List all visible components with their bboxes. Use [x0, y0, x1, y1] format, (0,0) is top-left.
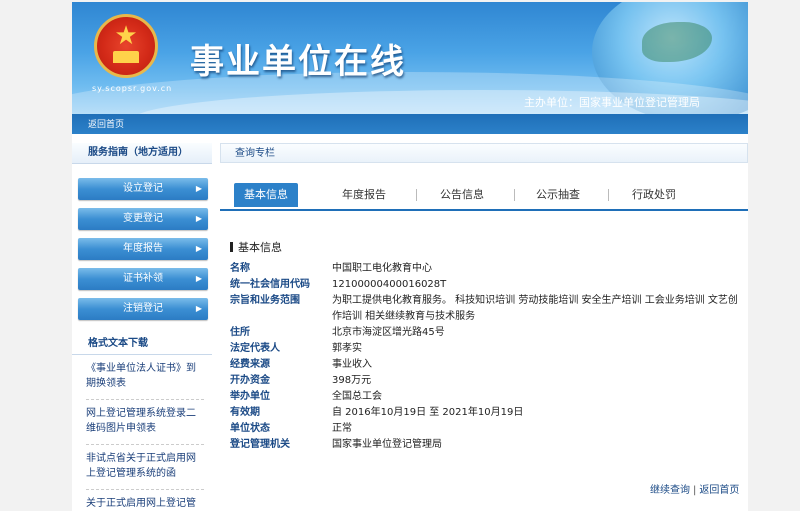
back-home-link[interactable]: 返回首页	[699, 485, 739, 496]
service-button-annual-report[interactable]: 年度报告 ▶	[78, 238, 208, 260]
home-link[interactable]: 返回首页	[88, 117, 124, 130]
service-button-change[interactable]: 变更登记 ▶	[78, 208, 208, 230]
site-url: sy.scopsr.gov.cn	[92, 84, 173, 93]
sponsor-text: 主办单位：国家事业单位登记管理局	[524, 96, 700, 109]
document-link[interactable]: 关于正式启用网上登记管	[86, 496, 204, 511]
tab-annual-report[interactable]: 年度报告	[332, 183, 396, 207]
info-row: 住所 北京市海淀区增光路45号	[230, 327, 445, 338]
info-row: 开办资金 398万元	[230, 375, 372, 386]
info-table: 名称 中国职工电化教育中心 统一社会信用代码 12100000400016028T …	[230, 261, 748, 453]
page-container: ★ sy.scopsr.gov.cn 事业单位在线 主办单位：国家事业单位登记管…	[72, 2, 748, 511]
main-content: 查询专栏 基本信息 年度报告 公告信息 公示抽查 行政处罚 基本信息 名称 中国职…	[220, 143, 748, 453]
tab-penalty[interactable]: 行政处罚	[622, 183, 686, 207]
info-row: 登记管理机关 国家事业单位登记管理局	[230, 439, 442, 450]
header-banner: ★ sy.scopsr.gov.cn 事业单位在线 主办单位：国家事业单位登记管…	[72, 2, 748, 114]
arrow-right-icon: ▶	[195, 244, 202, 253]
sidebar: 服务指南（地方适用） 设立登记 ▶ 变更登记 ▶ 年度报告 ▶ 证书补领 ▶ 注销登记 ▶…	[72, 143, 212, 511]
arrow-right-icon: ▶	[195, 214, 202, 223]
tab-announcement[interactable]: 公告信息	[430, 183, 494, 207]
national-emblem-icon: ★	[94, 14, 158, 78]
info-row: 举办单位 全国总工会	[230, 391, 382, 402]
info-row: 名称 中国职工电化教育中心	[230, 263, 432, 274]
basic-info-section: 基本信息 名称 中国职工电化教育中心 统一社会信用代码 12100000400016…	[220, 239, 748, 453]
format-download-title: 格式文本下载	[72, 334, 212, 355]
service-button-register[interactable]: 设立登记 ▶	[78, 178, 208, 200]
document-list: 《事业单位法人证书》到期换领表 网上登记管理系统登录二维码图片申领表 非试点省关…	[72, 355, 212, 511]
footer-links: 继续查询 | 返回首页	[650, 485, 740, 496]
basic-info-heading: 基本信息	[230, 239, 748, 255]
document-link[interactable]: 网上登记管理系统登录二维码图片申领表	[86, 406, 204, 445]
tab-inspection[interactable]: 公示抽查	[526, 183, 590, 207]
info-row: 有效期自 2016年10月19日 至 2021年10月19日	[230, 407, 524, 418]
query-section-title: 查询专栏	[220, 143, 748, 163]
tab-basic-info[interactable]: 基本信息	[234, 183, 298, 207]
service-list: 设立登记 ▶ 变更登记 ▶ 年度报告 ▶ 证书补领 ▶ 注销登记 ▶	[72, 178, 212, 320]
document-link[interactable]: 《事业单位法人证书》到期换领表	[86, 361, 204, 400]
tab-bar: 基本信息 年度报告 公告信息 公示抽查 行政处罚	[220, 177, 748, 211]
document-link[interactable]: 非试点省关于正式启用网上登记管理系统的函	[86, 451, 204, 490]
site-title: 事业单位在线	[190, 42, 406, 82]
info-row: 单位状态 正常	[230, 423, 352, 434]
arrow-right-icon: ▶	[195, 184, 202, 193]
service-button-certificate[interactable]: 证书补领 ▶	[78, 268, 208, 290]
info-row: 法定代表人 郭孝实	[230, 343, 362, 354]
arrow-right-icon: ▶	[195, 304, 202, 313]
continue-query-link[interactable]: 继续查询	[650, 485, 690, 496]
service-guide-title: 服务指南（地方适用）	[72, 143, 212, 164]
info-row: 统一社会信用代码 12100000400016028T	[230, 279, 447, 290]
info-row: 经费来源 事业收入	[230, 359, 372, 370]
service-button-cancel[interactable]: 注销登记 ▶	[78, 298, 208, 320]
top-nav: 返回首页	[72, 114, 748, 134]
info-row: 宗旨和业务范围 为职工提供电化教育服务。 科技知识培训 劳动技能培训 安全生产培训…	[230, 295, 738, 322]
arrow-right-icon: ▶	[195, 274, 202, 283]
